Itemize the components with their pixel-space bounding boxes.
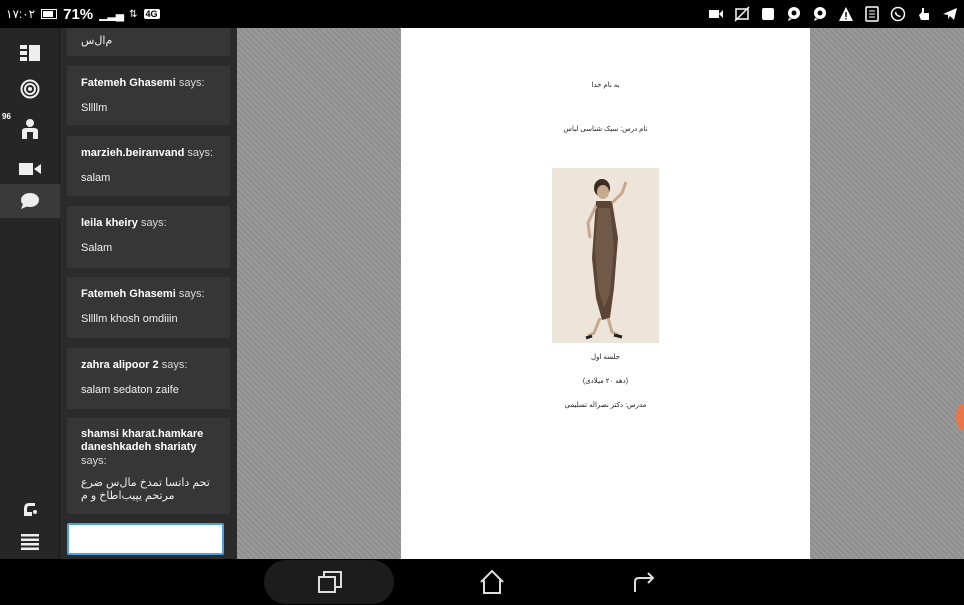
telegram-icon: [942, 6, 958, 22]
clock: ١٧:٠٢: [6, 7, 36, 21]
menu-icon[interactable]: [0, 525, 60, 559]
says-label: says:: [161, 359, 188, 371]
slide-photo: [552, 168, 659, 343]
data-arrows-icon: ⇅: [129, 8, 138, 20]
chat-message: shamsi kharat.hamkare daneshkadeh sharia…: [67, 418, 230, 514]
message-text: تحم داتسا تمدخ مال‌س ضرع مرتحم یپیب‌اطاخ…: [81, 477, 210, 502]
back-icon[interactable]: [629, 568, 659, 596]
message-text: م‌ال‌س: [81, 35, 113, 47]
message-author: shamsi kharat.hamkare daneshkadeh sharia…: [81, 428, 204, 453]
message-author: marzieh.beiranvand: [81, 147, 185, 159]
slide-text: به نام خدا: [591, 82, 620, 89]
message-author: zahra alipoor 2: [81, 359, 159, 371]
message-text: Sllllm: [81, 102, 108, 114]
presentation-area: به نام خدا نام درس: سبک شناسی لباس جلسه …: [237, 28, 964, 559]
slide-text: نام درس: سبک شناسی لباس: [563, 126, 648, 133]
slide-page: به نام خدا نام درس: سبک شناسی لباس جلسه …: [401, 28, 810, 559]
chat-message-partial: م‌ال‌س: [67, 28, 230, 56]
says-label: says:: [81, 455, 107, 467]
slide-text: (دهه ۲۰ میلادی): [582, 378, 629, 385]
video-icon: [708, 6, 724, 22]
chat-input[interactable]: [67, 523, 224, 555]
signal-icon: ▁▂▄: [99, 7, 124, 21]
image-off-icon: [734, 6, 750, 22]
whatsapp-icon: [890, 6, 906, 22]
screen: ١٧:٠٢ 71% ▁▂▄ ⇅ 4G: [0, 0, 964, 605]
chat-bubble-icon: [812, 6, 828, 22]
says-label: says:: [140, 217, 167, 229]
status-bar: ١٧:٠٢ 71% ▁▂▄ ⇅ 4G: [0, 0, 964, 28]
document-icon: [864, 6, 880, 22]
hand-icon: [916, 6, 932, 22]
hand-raise-icon[interactable]: [0, 492, 60, 526]
chat-bubble-icon: [786, 6, 802, 22]
participants-icon[interactable]: [0, 112, 60, 146]
chat-icon[interactable]: [0, 184, 60, 218]
floating-handle[interactable]: [956, 404, 964, 430]
battery-icon: [41, 9, 58, 19]
message-author: Fatemeh Ghasemi: [81, 77, 176, 89]
message-text: Sllllm khosh omdiiin: [81, 313, 178, 325]
chat-message: zahra alipoor 2 says: salam sedaton zaif…: [67, 348, 230, 409]
layout-icon[interactable]: [0, 36, 60, 70]
message-author: Fatemeh Ghasemi: [81, 288, 176, 300]
network-type: 4G: [143, 9, 160, 19]
message-author: leila kheiry: [81, 217, 138, 229]
warning-icon: [838, 6, 854, 22]
sidebar-rail: 96: [0, 28, 60, 559]
message-text: salam sedaton zaife: [81, 384, 179, 396]
says-label: says:: [187, 147, 214, 159]
chat-message: Fatemeh Ghasemi says: Sllllm khosh omdii…: [67, 277, 230, 338]
home-icon[interactable]: [477, 568, 507, 596]
message-text: Salam: [81, 242, 113, 254]
battery-percent: 71%: [63, 5, 94, 23]
says-label: says:: [178, 77, 205, 89]
chat-message: Fatemeh Ghasemi says: Sllllm: [67, 66, 230, 125]
recent-apps-icon[interactable]: [315, 568, 345, 596]
says-label: says:: [178, 288, 205, 300]
square-icon: [760, 6, 776, 22]
slide-text: جلسه اول: [591, 354, 620, 361]
message-text: salam: [81, 172, 111, 184]
chat-message: leila kheiry says: Salam: [67, 206, 230, 268]
system-nav-bar: [0, 559, 964, 605]
slide-text: مدرس: دکتر نصراله تسلیمی: [564, 402, 647, 409]
chat-message: marzieh.beiranvand says: salam: [67, 136, 230, 196]
chat-panel[interactable]: م‌ال‌س Fatemeh Ghasemi says: Sllllm marz…: [60, 28, 237, 559]
target-icon[interactable]: [0, 72, 60, 106]
camera-icon[interactable]: [0, 152, 60, 186]
